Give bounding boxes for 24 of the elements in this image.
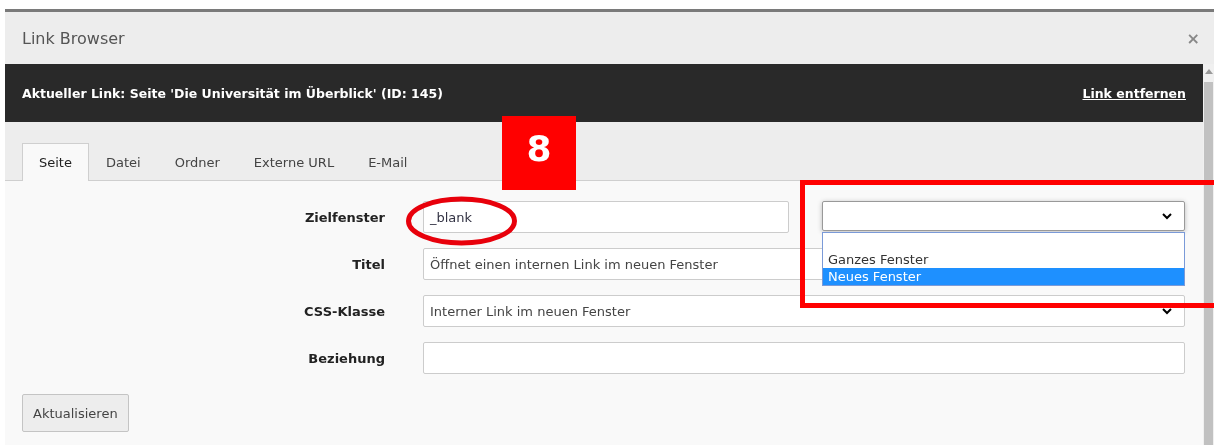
target-input[interactable]: _blank xyxy=(423,201,789,233)
remove-link[interactable]: Link entfernen xyxy=(1082,85,1186,101)
dropdown-option[interactable]: Ganzes Fenster xyxy=(823,251,1184,268)
scroll-up-icon[interactable] xyxy=(1204,69,1213,74)
field-label: CSS-Klasse xyxy=(304,303,385,319)
current-link-text: Aktueller Link: Seite 'Die Universität im Überblick' (ID: 145) xyxy=(22,85,443,101)
window-title: Link Browser xyxy=(22,28,125,48)
relation-input[interactable] xyxy=(423,342,1185,374)
field-label: Beziehung xyxy=(308,350,385,366)
tab[interactable]: E-Mail xyxy=(351,143,425,181)
annotation-badge: 8 xyxy=(502,116,576,190)
tab[interactable]: Ordner xyxy=(157,143,237,181)
update-button[interactable]: Aktualisieren xyxy=(22,394,129,432)
css-class-select[interactable]: Interner Link im neuen Fenster xyxy=(423,295,1185,327)
chevron-icon xyxy=(1162,212,1172,220)
tab[interactable]: Externe URL xyxy=(236,143,352,181)
target-select[interactable] xyxy=(822,201,1185,231)
scroll-thumb[interactable] xyxy=(1204,82,1213,445)
field-label: Zielfenster xyxy=(304,209,385,225)
tab[interactable]: Datei xyxy=(88,143,158,181)
chevron-icon xyxy=(1162,307,1172,315)
field-label: Titel xyxy=(352,256,385,272)
scrollbar[interactable] xyxy=(1203,64,1214,445)
tab[interactable]: Seite xyxy=(22,143,89,181)
